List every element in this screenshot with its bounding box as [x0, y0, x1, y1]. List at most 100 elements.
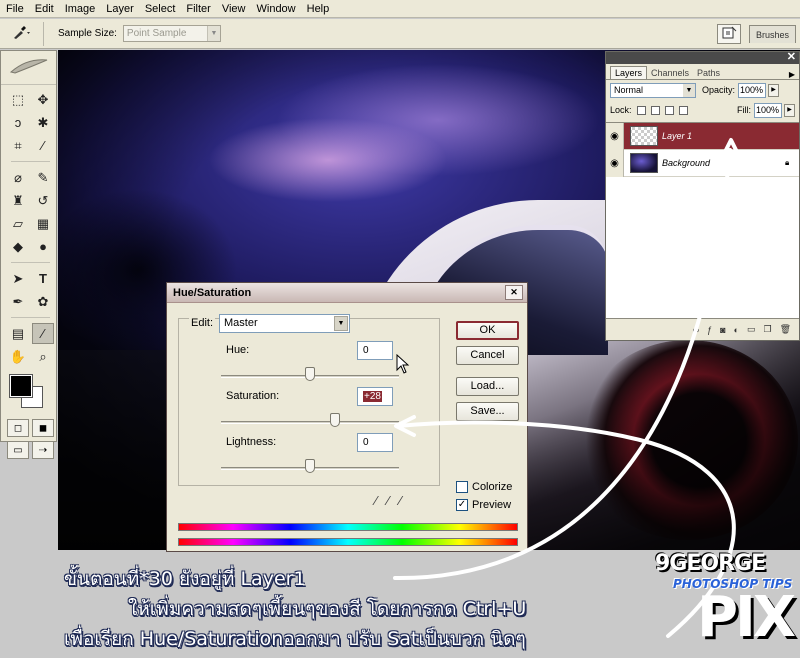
colorize-checkbox[interactable]: [456, 481, 468, 493]
blend-mode-select[interactable]: Normal ▼: [610, 82, 696, 98]
gradient-tool-icon[interactable]: ▦: [32, 213, 54, 234]
tab-paths[interactable]: Paths: [693, 67, 724, 79]
lock-all-icon[interactable]: [678, 105, 688, 115]
layer-row-background[interactable]: ◉ Background 🔒︎: [606, 149, 799, 177]
saturation-slider-knob[interactable]: [330, 413, 340, 427]
lasso-tool-icon[interactable]: ↄ: [7, 112, 29, 133]
pen-tool-icon[interactable]: ✒: [7, 291, 29, 312]
menu-window[interactable]: Window: [257, 3, 296, 15]
menu-image[interactable]: Image: [65, 3, 96, 15]
clone-stamp-tool-icon[interactable]: ♜: [7, 190, 29, 211]
dialog-titlebar[interactable]: Hue/Saturation ✕: [167, 283, 527, 303]
menu-filter[interactable]: Filter: [186, 3, 210, 15]
lightness-slider-knob[interactable]: [305, 459, 315, 473]
toolbox-divider: [11, 262, 50, 263]
opacity-slider-button[interactable]: ▶: [768, 83, 780, 97]
menu-edit[interactable]: Edit: [35, 3, 54, 15]
sample-size-select[interactable]: Point Sample ▼: [122, 25, 221, 42]
chevron-down-icon: ▼: [334, 316, 348, 331]
preview-label: Preview: [472, 499, 512, 511]
dialog-title: Hue/Saturation: [173, 286, 252, 299]
chevron-down-icon: ▼: [683, 83, 695, 97]
panel-menu-icon[interactable]: ▶: [789, 70, 795, 79]
adjustment-layer-icon[interactable]: ◐: [734, 325, 739, 335]
layer-row-layer-1[interactable]: ◉ Layer 1: [606, 122, 799, 150]
fill-field[interactable]: 100%: [754, 102, 782, 118]
slice-tool-icon[interactable]: ⁄: [32, 135, 54, 156]
path-selection-tool-icon[interactable]: ➤: [7, 268, 29, 289]
hue-slider-knob[interactable]: [305, 367, 315, 381]
visibility-eye-icon[interactable]: ◉: [606, 149, 624, 177]
zoom-tool-icon[interactable]: ⌕: [32, 346, 54, 367]
close-icon[interactable]: ✕: [787, 50, 796, 63]
edit-channel-value: Master: [224, 317, 258, 329]
crop-tool-icon[interactable]: ⌗: [7, 135, 29, 156]
go-to-bridge-button[interactable]: [716, 24, 741, 44]
quick-mask-mode-button[interactable]: ◼: [32, 419, 54, 437]
layer-style-icon[interactable]: ƒ: [707, 325, 712, 335]
screen-mode-button[interactable]: ▭: [7, 441, 29, 459]
layer-thumbnail: [630, 126, 658, 146]
save-button[interactable]: Save...: [456, 402, 519, 421]
chevron-down-icon: ▼: [206, 26, 220, 41]
fill-slider-button[interactable]: ▶: [784, 103, 795, 117]
colorize-checkbox-row[interactable]: Colorize: [456, 481, 512, 493]
type-tool-icon[interactable]: T: [32, 268, 54, 289]
imageready-jump-button[interactable]: ⇢: [32, 441, 54, 459]
blur-tool-icon[interactable]: ◆: [7, 236, 29, 257]
new-layer-icon[interactable]: ❐: [763, 324, 771, 335]
close-icon[interactable]: ✕: [505, 285, 523, 300]
dodge-tool-icon[interactable]: ●: [32, 236, 54, 257]
tab-channels[interactable]: Channels: [647, 67, 693, 79]
layer-mask-icon[interactable]: ◙: [720, 325, 725, 335]
lock-transparency-icon[interactable]: [636, 105, 646, 115]
lock-position-icon[interactable]: [664, 105, 674, 115]
menu-file[interactable]: File: [6, 3, 24, 15]
brush-tool-icon[interactable]: ✎: [32, 167, 54, 188]
eyedropper-icon: [11, 24, 33, 43]
layers-panel-titlebar[interactable]: ✕: [606, 50, 799, 64]
eyedropper-plus-icon[interactable]: ⁄: [387, 493, 389, 508]
toolbox-header: [1, 51, 56, 85]
lightness-field[interactable]: 0: [357, 433, 393, 452]
edit-channel-select[interactable]: Master ▼: [219, 314, 350, 333]
saturation-slider-track[interactable]: [221, 421, 399, 424]
hand-tool-icon[interactable]: ✋: [7, 346, 29, 367]
preview-checkbox-row[interactable]: ✓ Preview: [456, 499, 511, 511]
link-layers-icon[interactable]: ∞: [693, 325, 699, 335]
cancel-button[interactable]: Cancel: [456, 346, 519, 365]
saturation-field[interactable]: +28: [357, 387, 393, 406]
opacity-field[interactable]: 100%: [738, 82, 767, 98]
menu-layer[interactable]: Layer: [106, 3, 134, 15]
eyedropper-minus-icon[interactable]: ⁄: [399, 493, 401, 508]
tool-preset-picker[interactable]: [0, 21, 44, 46]
hue-field[interactable]: 0: [357, 341, 393, 360]
preview-checkbox[interactable]: ✓: [456, 499, 468, 511]
healing-brush-tool-icon[interactable]: ⌀: [7, 167, 29, 188]
menu-select[interactable]: Select: [145, 3, 176, 15]
menu-view[interactable]: View: [222, 3, 246, 15]
eyedropper-tool-icon[interactable]: ⁄: [32, 323, 54, 344]
standard-mode-button[interactable]: ◻: [7, 419, 29, 437]
lock-label: Lock:: [610, 105, 632, 115]
new-group-icon[interactable]: ▭: [747, 324, 756, 335]
tab-layers[interactable]: Layers: [610, 66, 648, 79]
visibility-eye-icon[interactable]: ◉: [606, 122, 624, 150]
history-brush-tool-icon[interactable]: ↺: [32, 190, 54, 211]
menu-help[interactable]: Help: [307, 3, 330, 15]
input-color-bar: [178, 523, 518, 531]
ok-button[interactable]: OK: [456, 321, 519, 340]
notes-tool-icon[interactable]: ▤: [7, 323, 29, 344]
move-tool-icon[interactable]: ✥: [32, 89, 54, 110]
eyedropper-icon[interactable]: ⁄: [375, 493, 377, 508]
foreground-color-swatch[interactable]: [9, 374, 33, 398]
custom-shape-tool-icon[interactable]: ✿: [32, 291, 54, 312]
trash-icon[interactable]: 🗑︎: [780, 324, 791, 335]
colorize-label: Colorize: [472, 481, 513, 493]
lock-pixels-icon[interactable]: [650, 105, 660, 115]
brushes-palette-tab[interactable]: Brushes: [748, 25, 796, 43]
marquee-tool-icon[interactable]: ⬚: [7, 89, 29, 110]
eraser-tool-icon[interactable]: ▱: [7, 213, 29, 234]
load-button[interactable]: Load...: [456, 377, 519, 396]
magic-wand-tool-icon[interactable]: ✱: [32, 112, 54, 133]
